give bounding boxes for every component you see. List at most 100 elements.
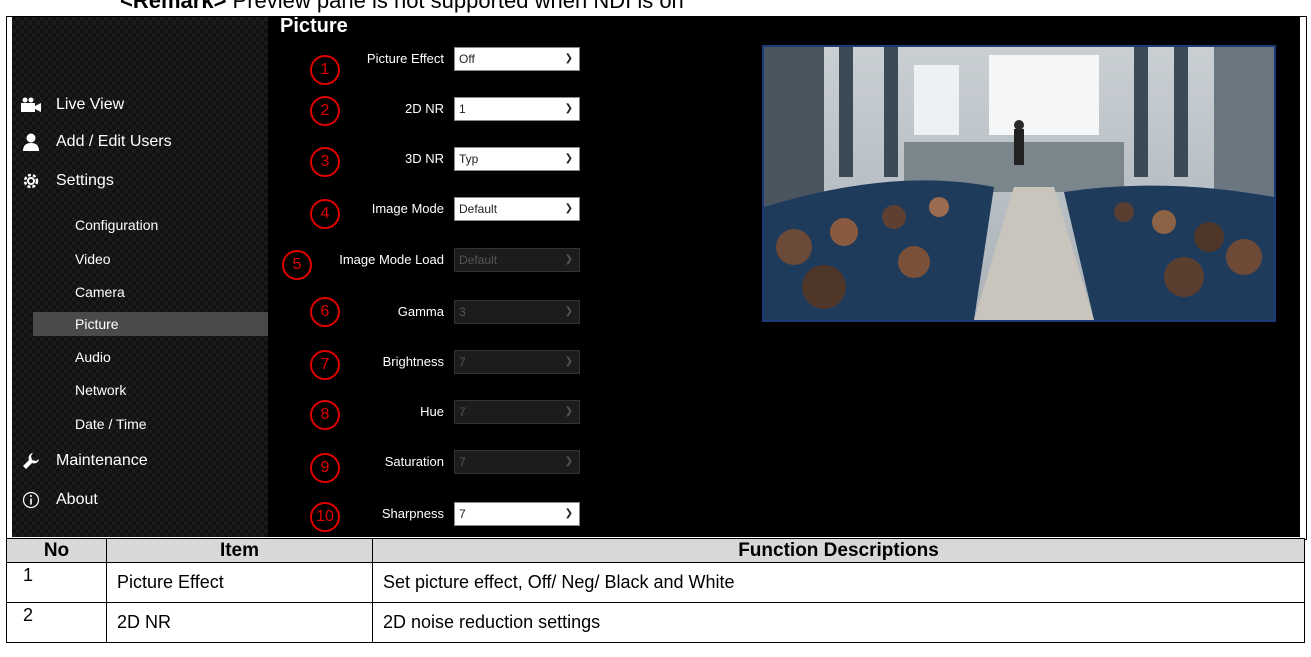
select-value: 7 — [459, 405, 466, 419]
chevron-down-icon: ❯ — [564, 153, 573, 164]
chevron-down-icon: ❯ — [564, 53, 573, 64]
nav-live-view[interactable]: Live View — [20, 92, 124, 118]
number-badge: 5 — [282, 250, 312, 280]
field-label: Saturation — [384, 454, 444, 469]
select-value: 3 — [459, 305, 466, 319]
nav-sub-camera[interactable]: Camera — [33, 280, 268, 304]
remark-note: <Remark> Preview pane is not supported w… — [120, 0, 684, 14]
video-preview[interactable] — [762, 45, 1276, 322]
select-value: 7 — [459, 507, 466, 521]
header-function-descriptions: Function Descriptions — [372, 538, 1305, 563]
field-label: Gamma — [397, 304, 444, 319]
chevron-down-icon: ❯ — [564, 406, 573, 417]
camera-web-ui: Live View Add / Edit Users Settings Conf… — [12, 17, 1300, 537]
field-label: Brightness — [382, 354, 444, 369]
nav-sub-network[interactable]: Network — [33, 378, 268, 402]
number-badge: 3 — [310, 147, 340, 177]
table-row: 1 Picture Effect Set picture effect, Off… — [6, 562, 1305, 603]
nav-settings[interactable]: Settings — [20, 168, 114, 194]
preview-image — [764, 47, 1274, 320]
nav-about[interactable]: About — [20, 487, 98, 513]
field-label: 3D NR — [404, 151, 444, 166]
field-row: 9 Saturation 7 ❯ — [268, 450, 588, 483]
nav-sub-picture[interactable]: Picture — [33, 312, 268, 336]
nav-sub-configuration[interactable]: Configuration — [33, 213, 268, 237]
field-label: Picture Effect — [366, 51, 444, 66]
field-row: 3 3D NR Typ ❯ — [268, 147, 588, 177]
select-value: Typ — [459, 152, 479, 166]
table-header-row: No Item Function Descriptions — [6, 538, 1305, 563]
nav-add-edit-users[interactable]: Add / Edit Users — [20, 129, 172, 155]
chevron-down-icon: ❯ — [564, 103, 573, 114]
field-row: 8 Hue 7 ❯ — [268, 400, 588, 430]
wrench-icon — [20, 450, 42, 472]
picture-effect-select[interactable]: Off ❯ — [454, 47, 580, 71]
table-cell-item: Picture Effect — [106, 562, 373, 603]
chevron-down-icon: ❯ — [564, 254, 573, 265]
field-row: 10 Sharpness 7 ❯ — [268, 502, 588, 532]
nav-maintenance[interactable]: Maintenance — [20, 448, 148, 474]
remark-text: Preview pane is not supported when NDI i… — [232, 0, 684, 13]
image-mode-select[interactable]: Default ❯ — [454, 197, 580, 221]
select-value: Default — [459, 202, 498, 216]
video-camera-icon — [20, 94, 42, 116]
select-value: 7 — [459, 455, 466, 469]
2d-nr-select[interactable]: 1 ❯ — [454, 97, 580, 121]
number-badge: 6 — [310, 297, 340, 327]
field-row: 4 Image Mode Default ❯ — [268, 197, 588, 229]
table-cell-no: 2 — [6, 602, 107, 643]
field-row: 1 Picture Effect Off ❯ — [268, 47, 588, 85]
table-row: 2 2D NR 2D noise reduction settings — [6, 602, 1305, 643]
number-badge: 8 — [310, 400, 340, 430]
table-cell-no: 1 — [6, 562, 107, 603]
gear-icon — [20, 170, 42, 192]
number-badge: 10 — [310, 502, 340, 532]
number-badge: 9 — [310, 453, 340, 483]
select-value: Off — [459, 52, 475, 66]
select-value: 7 — [459, 355, 466, 369]
field-label: Hue — [420, 404, 444, 419]
hue-select[interactable]: 7 ❯ — [454, 400, 580, 424]
select-value: 1 — [459, 102, 466, 116]
table-cell-item: 2D NR — [106, 602, 373, 643]
field-row: 6 Gamma 3 ❯ — [268, 297, 588, 327]
field-label: Image Mode — [371, 201, 444, 216]
field-label: Sharpness — [381, 506, 444, 521]
remark-prefix: <Remark> — [120, 0, 227, 13]
sidebar: Live View Add / Edit Users Settings Conf… — [12, 17, 268, 537]
sharpness-select[interactable]: 7 ❯ — [454, 502, 580, 526]
field-label: 2D NR — [404, 101, 444, 116]
table-cell-description: Set picture effect, Off/ Neg/ Black and … — [372, 562, 1305, 603]
nav-sub-video[interactable]: Video — [33, 247, 268, 271]
header-item: Item — [106, 538, 373, 563]
image-mode-load-select[interactable]: Default ❯ — [454, 248, 580, 272]
chevron-down-icon: ❯ — [564, 456, 573, 467]
nav-sub-audio[interactable]: Audio — [33, 345, 268, 369]
3d-nr-select[interactable]: Typ ❯ — [454, 147, 580, 171]
field-row: 2 2D NR 1 ❯ — [268, 96, 588, 126]
nav-settings-label: Settings — [56, 172, 114, 189]
field-label: Image Mode Load — [339, 252, 444, 267]
gamma-select[interactable]: 3 ❯ — [454, 300, 580, 324]
number-badge: 2 — [310, 96, 340, 126]
number-badge: 7 — [310, 350, 340, 380]
field-row: 7 Brightness 7 ❯ — [268, 350, 588, 380]
nav-maintenance-label: Maintenance — [56, 452, 148, 469]
chevron-down-icon: ❯ — [564, 508, 573, 519]
brightness-select[interactable]: 7 ❯ — [454, 350, 580, 374]
table-cell-description: 2D noise reduction settings — [372, 602, 1305, 643]
chevron-down-icon: ❯ — [564, 306, 573, 317]
select-value: Default — [459, 253, 498, 267]
user-icon — [20, 131, 42, 153]
nav-sub-date-time[interactable]: Date / Time — [33, 412, 268, 436]
chevron-down-icon: ❯ — [564, 356, 573, 367]
nav-about-label: About — [56, 491, 98, 508]
field-row: 5 Image Mode Load Default ❯ — [268, 248, 588, 280]
saturation-select[interactable]: 7 ❯ — [454, 450, 580, 474]
picture-settings-form: 1 Picture Effect Off ❯ 2 2D NR 1 ❯ 3 3D NR… — [268, 17, 588, 537]
number-badge: 1 — [310, 55, 340, 85]
nav-live-view-label: Live View — [56, 96, 125, 113]
chevron-down-icon: ❯ — [564, 203, 573, 214]
info-icon — [20, 489, 42, 511]
header-no: No — [6, 538, 107, 563]
